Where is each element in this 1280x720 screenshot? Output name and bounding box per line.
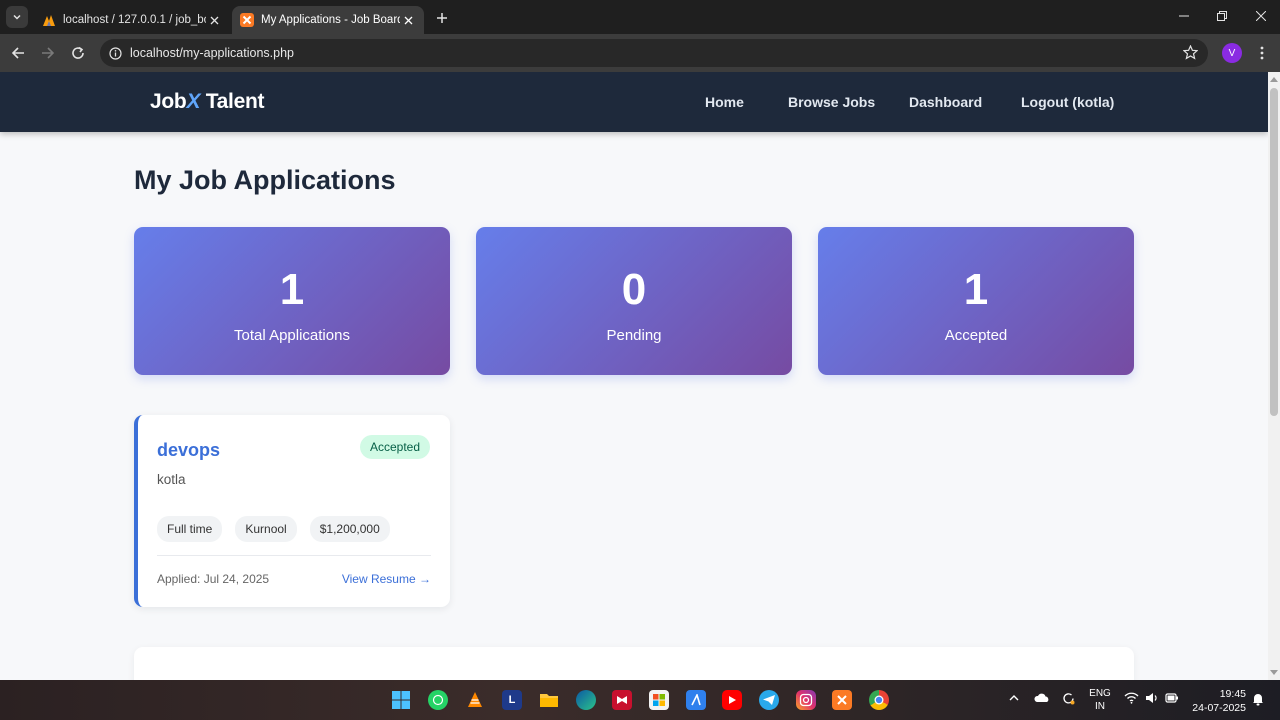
clock-time: 19:45 (1219, 688, 1246, 700)
site-logo[interactable]: JobX Talent (150, 90, 264, 114)
stat-label: Pending (606, 327, 662, 344)
close-tab-icon[interactable] (400, 12, 416, 28)
applied-date: Applied: Jul 24, 2025 (157, 572, 270, 586)
xampp-icon (240, 13, 254, 27)
phpmyadmin-icon (43, 15, 55, 26)
wifi-icon[interactable] (1124, 692, 1139, 707)
app-l-icon[interactable]: L (502, 690, 522, 710)
stat-card-total: 1 Total Applications (134, 227, 450, 375)
scrollbar-thumb[interactable] (1270, 88, 1278, 416)
application-card: devops Accepted kotla Full time Kurnool … (134, 415, 450, 607)
taskbar-clock[interactable]: 19:45 24-07-2025 (1186, 687, 1246, 715)
tab-search-button[interactable] (6, 6, 28, 28)
logo-text-job: Job (150, 90, 187, 113)
stat-value: 0 (621, 265, 647, 314)
telegram-icon[interactable] (759, 690, 779, 710)
site-header: JobX Talent Home Browse Jobs Dashboard L… (0, 72, 1268, 132)
tab-title: My Applications - Job Board Po (261, 14, 400, 26)
forward-button[interactable] (36, 41, 60, 65)
profile-avatar[interactable]: V (1222, 43, 1242, 63)
stat-value: 1 (963, 265, 989, 314)
site-info-icon[interactable] (100, 46, 130, 60)
azure-data-studio-icon[interactable] (686, 690, 706, 710)
tab-phpmyadmin[interactable]: localhost / 127.0.0.1 / job_board (34, 6, 230, 34)
status-badge: Accepted (360, 435, 431, 459)
more-vertical-icon (1260, 46, 1264, 60)
back-button[interactable] (6, 41, 30, 65)
arrow-right-icon (42, 47, 55, 59)
language-code: ENG (1089, 688, 1111, 699)
nav-browse-jobs[interactable]: Browse Jobs (788, 94, 875, 110)
volume-icon[interactable] (1145, 692, 1159, 707)
sync-icon[interactable] (1061, 691, 1076, 709)
minimize-icon (1179, 15, 1189, 17)
job-title-link[interactable]: devops (157, 440, 220, 461)
chevron-down-icon (13, 14, 21, 20)
stat-label: Accepted (944, 327, 1008, 344)
close-tab-icon[interactable] (206, 12, 222, 28)
close-icon (1256, 11, 1266, 21)
mcafee-icon[interactable] (612, 690, 632, 710)
microsoft-store-icon[interactable] (649, 690, 669, 710)
page-title: My Job Applications (134, 165, 396, 195)
nav-home[interactable]: Home (705, 94, 744, 110)
battery-icon[interactable] (1165, 692, 1179, 707)
address-bar[interactable]: localhost/my-applications.php (100, 39, 1208, 67)
edge-icon[interactable] (576, 690, 596, 710)
content-panel (134, 647, 1134, 680)
salary-tag: $1,200,000 (309, 516, 390, 542)
company-name: kotla (157, 472, 186, 487)
file-explorer-icon[interactable] (539, 690, 559, 710)
bookmark-star-icon[interactable] (1182, 44, 1199, 65)
logo-text-x: X (186, 90, 201, 113)
stat-label: Total Applications (234, 327, 350, 344)
windows-taskbar: L ENG IN 19:45 24-07-2025 (0, 680, 1280, 720)
chrome-icon[interactable] (869, 690, 889, 710)
page-scrollbar[interactable] (1268, 72, 1280, 680)
language-indicator[interactable]: ENG IN (1088, 687, 1112, 713)
restore-icon (1217, 11, 1227, 21)
whatsapp-icon[interactable] (428, 690, 448, 710)
vlc-icon[interactable] (465, 690, 485, 710)
page-viewport: JobX Talent Home Browse Jobs Dashboard L… (0, 72, 1268, 680)
browser-menu-button[interactable] (1252, 43, 1272, 63)
job-tags: Full time Kurnool $1,200,000 (157, 516, 390, 542)
onedrive-icon[interactable] (1034, 692, 1050, 707)
instagram-icon[interactable] (796, 690, 816, 710)
reload-button[interactable] (66, 41, 90, 65)
logo-text-talent: Talent (200, 90, 265, 113)
new-tab-button[interactable] (432, 8, 452, 28)
stat-value: 1 (279, 265, 305, 314)
windows-start-icon[interactable] (391, 690, 411, 710)
reload-icon (72, 46, 84, 59)
browser-tab-bar: localhost / 127.0.0.1 / job_board My App… (0, 0, 1280, 34)
region-code: IN (1095, 701, 1105, 712)
view-resume-link[interactable]: View Resume → (342, 572, 431, 586)
restore-button[interactable] (1204, 4, 1240, 28)
youtube-icon[interactable] (722, 690, 742, 710)
show-hidden-icons-chevron-icon[interactable] (1008, 692, 1020, 707)
plus-icon (437, 13, 447, 23)
tab-my-applications[interactable]: My Applications - Job Board Po (232, 6, 424, 34)
scroll-up-arrow-icon[interactable] (1270, 75, 1278, 83)
arrow-left-icon (11, 47, 24, 59)
nav-logout[interactable]: Logout (kotla) (1021, 94, 1114, 110)
notifications-bell-icon[interactable] (1252, 692, 1264, 709)
minimize-button[interactable] (1166, 4, 1202, 28)
url-text: localhost/my-applications.php (130, 46, 294, 60)
stat-card-accepted: 1 Accepted (818, 227, 1134, 375)
card-divider (157, 555, 431, 556)
clock-date: 24-07-2025 (1192, 702, 1246, 714)
tab-title: localhost / 127.0.0.1 / job_board (63, 14, 206, 26)
xampp-taskbar-icon[interactable] (832, 690, 852, 710)
nav-dashboard[interactable]: Dashboard (909, 94, 982, 110)
browser-toolbar: localhost/my-applications.php V (0, 34, 1280, 72)
job-type-tag: Full time (157, 516, 223, 542)
stat-card-pending: 0 Pending (476, 227, 792, 375)
location-tag: Kurnool (235, 516, 297, 542)
scroll-down-arrow-icon[interactable] (1270, 669, 1278, 677)
close-window-button[interactable] (1243, 4, 1279, 28)
